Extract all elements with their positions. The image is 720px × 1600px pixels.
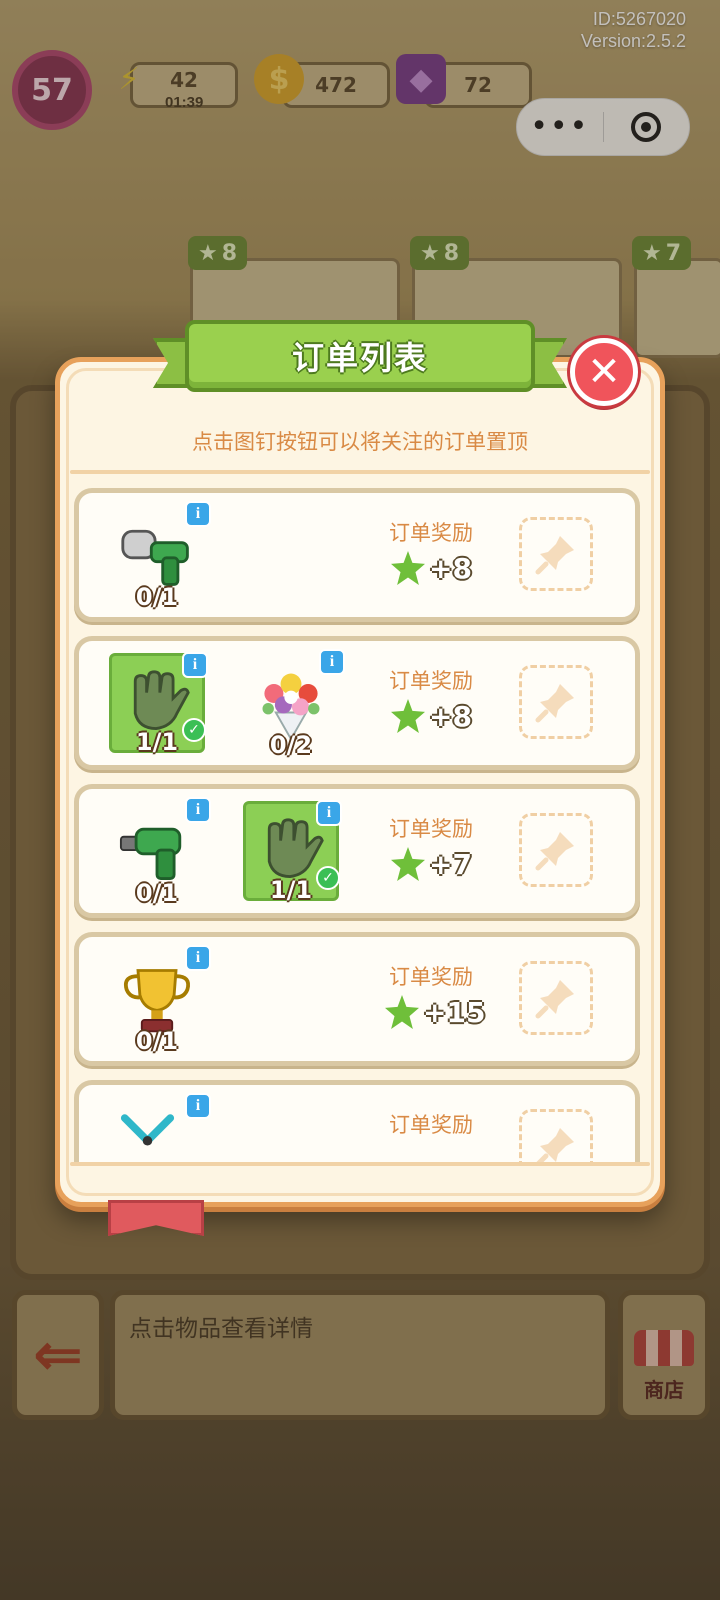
star-icon — [391, 699, 425, 733]
reward-value: +15 — [423, 995, 486, 1029]
reward-amount: +15 — [385, 995, 485, 1029]
reward-value: +8 — [429, 699, 472, 733]
item-progress: 1/1 — [135, 728, 179, 756]
close-button[interactable]: ✕ — [570, 338, 638, 406]
star-icon — [391, 551, 425, 585]
order-card: i 订单奖励 — [74, 1080, 640, 1164]
dialog-title-ribbon: 订单列表 — [153, 320, 567, 400]
reward-label: 订单奖励 — [389, 1113, 473, 1137]
info-icon[interactable]: i — [185, 797, 211, 823]
info-icon[interactable]: i — [182, 652, 208, 678]
order-card: i 0/1 i ✓ 1/1 订单奖励 +7 — [74, 784, 640, 918]
reward-value: +7 — [429, 847, 472, 881]
close-icon: ✕ — [587, 349, 621, 395]
info-icon[interactable]: i — [319, 649, 345, 675]
item-progress: 0/1 — [135, 583, 179, 611]
reward-label: 订单奖励 — [389, 817, 473, 841]
scissors-icon — [119, 1107, 195, 1164]
order-item[interactable]: i — [109, 1093, 211, 1164]
pin-hint-text: 点击图钉按钮可以将关注的订单置顶 — [192, 430, 528, 454]
info-icon[interactable]: i — [316, 800, 342, 826]
order-item[interactable]: i ✓ 1/1 — [109, 652, 208, 756]
pin-button[interactable] — [519, 1109, 593, 1164]
item-progress: 1/1 — [269, 876, 313, 904]
reward-amount: +8 — [391, 699, 472, 733]
pin-icon — [535, 980, 574, 1019]
order-card: i 0/1 订单奖励 +8 — [74, 488, 640, 622]
pin-icon — [535, 536, 574, 575]
order-list[interactable]: i 0/1 订单奖励 +8 i ✓ 1/1 i 0/2 订单奖励 +8 i 0/… — [70, 488, 650, 1164]
ribbon-body: 订单列表 — [185, 320, 535, 392]
info-icon[interactable]: i — [185, 1093, 211, 1119]
pin-button[interactable] — [519, 961, 593, 1035]
order-item[interactable]: i 0/2 — [243, 649, 345, 759]
info-icon[interactable]: i — [185, 945, 211, 971]
pin-icon — [535, 1128, 574, 1164]
divider — [70, 470, 650, 474]
order-item[interactable]: i 0/1 — [109, 501, 211, 611]
item-progress: 0/2 — [269, 731, 313, 759]
info-icon[interactable]: i — [185, 501, 211, 527]
dialog-title: 订单列表 — [291, 339, 428, 377]
pin-icon — [535, 832, 574, 871]
order-item[interactable]: i 0/1 — [109, 797, 211, 907]
reward-label: 订单奖励 — [389, 521, 473, 545]
order-item[interactable]: i ✓ 1/1 — [243, 800, 342, 904]
pin-button[interactable] — [519, 517, 593, 591]
reward-amount: +8 — [391, 551, 472, 585]
order-card: i 0/1 订单奖励 +15 — [74, 932, 640, 1066]
reward-label: 订单奖励 — [389, 965, 473, 989]
pin-button[interactable] — [519, 665, 593, 739]
order-item[interactable]: i 0/1 — [109, 945, 211, 1055]
reward-value: +8 — [429, 551, 472, 585]
pin-icon — [535, 684, 574, 723]
item-progress: 0/1 — [135, 879, 179, 907]
star-icon — [385, 995, 419, 1029]
divider — [70, 1162, 650, 1166]
pin-button[interactable] — [519, 813, 593, 887]
reward-amount: +7 — [391, 847, 472, 881]
order-card: i ✓ 1/1 i 0/2 订单奖励 +8 — [74, 636, 640, 770]
item-progress: 0/1 — [135, 1027, 179, 1055]
reward-label: 订单奖励 — [389, 669, 473, 693]
star-icon — [391, 847, 425, 881]
